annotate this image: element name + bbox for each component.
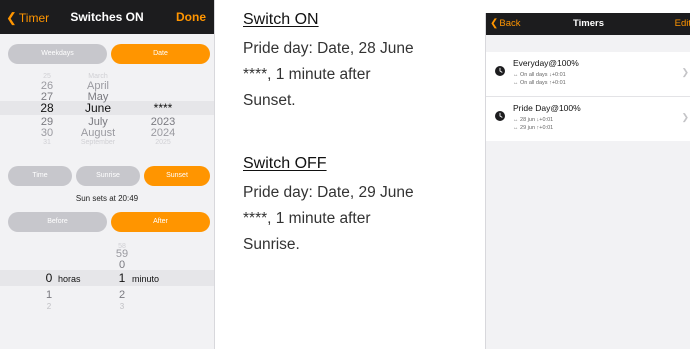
timer-list: Everyday@100% ↔ On all days ↓+0:01 ↔ On … [486,52,690,141]
switch-on-heading: Switch ON [243,11,319,28]
navigation-bar: ❮ Timer Switches ON Done [0,0,214,34]
clock-icon [495,66,505,76]
list-item[interactable]: Pride Day@100% ↔ 28 jun ↓+0:01 ↔ 29 jun … [486,96,690,141]
switch-off-heading: Switch OFF [243,155,327,172]
sunset-time-label: Sun sets at 20:49 [75,194,139,203]
navigation-bar: ❮Back Timers Edit [486,13,690,35]
month-value: September [80,139,116,146]
month-value: June [84,101,112,115]
screen-title: Timers [573,18,604,29]
year-value: 2025 [155,139,171,146]
offset-picker-row[interactable]: 2 3 [0,301,214,313]
tab-time[interactable]: Time [8,166,72,186]
timers-screen: ❮Back Timers Edit Everyday@100% ↔ On all… [485,13,690,349]
hours-value: 0 [45,271,53,285]
day-value: 28 [40,101,54,115]
switch-editor-screen: ❮ Timer Switches ON Done Weekdays Date 25… [0,0,215,349]
hours-value: 1 [45,289,53,301]
minutes-unit: minuto [132,274,160,284]
tab-sunrise[interactable]: Sunrise [76,166,140,186]
minutes-value: 0 [118,259,126,271]
timer-title: Everyday@100% [513,58,579,68]
timer-on-schedule: ↔ On all days ↓+0:01 [513,72,566,78]
switch-off-description: Pride day: Date, 29 June ****, 1 minute … [243,184,414,253]
chevron-right-icon: ❯ [681,67,689,77]
tab-after[interactable]: After [111,212,210,232]
date-picker-row-selected[interactable]: 28 June **** [0,102,214,114]
minutes-value: 3 [119,302,125,311]
timer-title: Pride Day@100% [513,103,581,113]
minutes-value: 2 [118,289,126,301]
tab-weekdays[interactable]: Weekdays [8,44,107,64]
done-button[interactable]: Done [176,10,206,24]
year-value: **** [153,101,173,115]
list-item[interactable]: Everyday@100% ↔ On all days ↓+0:01 ↔ On … [486,52,690,96]
timer-on-schedule: ↔ 28 jun ↓+0:01 [513,117,554,123]
switch-on-description: Pride day: Date, 28 June ****, 1 minute … [243,40,414,109]
offset-picker-row-selected[interactable]: 0 horas 1 minuto [0,272,214,284]
clock-icon [495,111,505,121]
date-picker-row[interactable]: 31 September 2025 [0,137,214,149]
hours-unit: horas [58,274,81,284]
chevron-right-icon: ❯ [681,112,689,122]
tab-before[interactable]: Before [8,212,107,232]
timer-off-schedule: ↔ On all days ↑+0:01 [513,80,566,86]
day-value: 31 [43,139,51,146]
hours-value: 2 [46,302,52,311]
timer-off-schedule: ↔ 29 jun ↑+0:01 [513,125,554,131]
offset-picker-row[interactable]: 1 2 [0,289,214,301]
edit-button[interactable]: Edit [675,18,690,29]
offset-picker-row[interactable]: 0 [0,259,214,271]
tab-sunset[interactable]: Sunset [144,166,210,186]
tab-date[interactable]: Date [111,44,210,64]
